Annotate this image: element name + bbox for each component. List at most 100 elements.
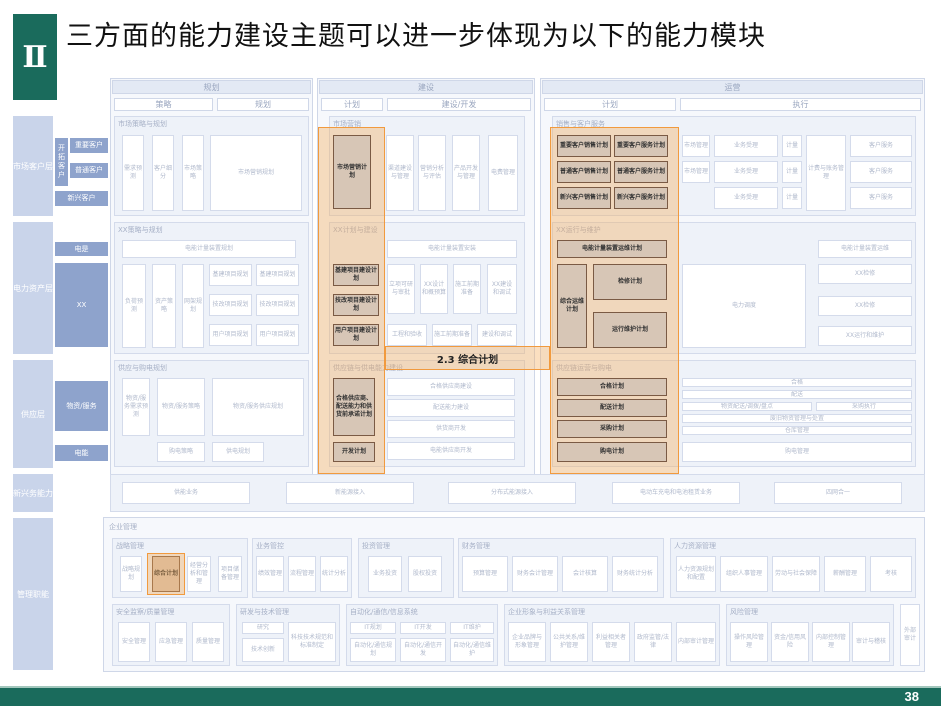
box-c-1: 立项可研与审批 — [387, 264, 415, 314]
box-r-2: 资金/信用风险 — [771, 622, 809, 662]
box-br-2: 公共关系/维护管理 — [550, 622, 588, 662]
box-o-1: 电能计量装置运维 — [818, 240, 912, 258]
box-o-5: XX运行和维护 — [818, 326, 912, 346]
hl-sc-1: 合格供应商、配送能力和供货前承诺计划 — [333, 378, 375, 436]
box-h-4: 薪酬管理 — [824, 556, 866, 592]
box-it-1: IT规划 — [350, 622, 396, 634]
box-meter-plan: 电能计量装置规划 — [122, 240, 296, 258]
panel-title: 研发与技术管理 — [240, 608, 289, 616]
box-p-3: 技改项目规划 — [209, 294, 252, 316]
page-number: 38 — [904, 689, 919, 704]
box-f-2: 财务会计管理 — [512, 556, 558, 592]
box-sc-3: 供货商开发 — [387, 420, 515, 438]
box-f-4: 财务统计分析 — [612, 556, 658, 592]
box-br-4: 政府监管/法律 — [634, 622, 672, 662]
footer-bar — [0, 688, 941, 706]
sub-construction-2: 建设/开发 — [387, 98, 531, 111]
box-c-6: 施工前期准备 — [432, 324, 472, 346]
box-so-7: 购电管理 — [682, 442, 912, 462]
box-op-2: 业务受理 — [714, 135, 778, 157]
hl-sc-2: 开发计划 — [333, 442, 375, 462]
row-power: 电力资产层 — [12, 221, 54, 355]
hl-o-4: 普通客户服务计划 — [614, 161, 668, 183]
box-f-3: 会计核算 — [562, 556, 608, 592]
link-label: 2.3 综合计划 — [436, 354, 499, 366]
highlight-strategy — [147, 553, 185, 595]
box-load-forecast: 负荷预测 — [122, 264, 146, 348]
hl-so-3: 采购计划 — [557, 420, 667, 438]
sub-planning-1: 策略 — [114, 98, 213, 111]
box-op-5: 客户服务 — [850, 135, 912, 157]
box-p-1: 基建项目规划 — [209, 264, 252, 286]
box-b-1: 绩效管理 — [256, 556, 284, 592]
panel-title: 业务管控 — [256, 542, 284, 550]
hl-marketing-plan: 市场营销计划 — [333, 135, 371, 209]
row-supply-sub1: 物资/服务 — [54, 380, 109, 432]
box-it-6: 自动化/通信维护 — [450, 638, 494, 662]
box-f-1: 预算管理 — [462, 556, 508, 592]
box-sup-5: 四网合一 — [774, 482, 902, 504]
col-operation: 运营 — [542, 80, 923, 94]
hl-so-1: 合格计划 — [557, 378, 667, 396]
hl-o-6: 新兴客户服务计划 — [614, 187, 668, 209]
box-c-3: 施工前期准备 — [453, 264, 481, 314]
panel-title: 人力资源管理 — [674, 542, 716, 550]
hl-ops-maintenance: 运行维护计划 — [593, 312, 667, 348]
box-market-strategy: 市场策略 — [182, 135, 204, 211]
panel-title: 市场策略与规划 — [118, 120, 167, 128]
box-op-3: 计量 — [782, 135, 802, 157]
row-power-sub2: XX — [54, 262, 109, 348]
box-so-2: 配送 — [682, 390, 912, 399]
box-h-1: 人力资源规划和配置 — [676, 556, 716, 592]
section-mark: Ⅱ — [13, 14, 57, 100]
panel-title: 安全监察/质量管理 — [116, 608, 175, 616]
box-t-3: 科技技术规范和标准制定 — [288, 622, 336, 662]
box-asset-strategy: 资产策略 — [152, 264, 176, 348]
box-sf-3: 质量管理 — [192, 622, 224, 662]
panel-title: 自动化/通信/信息系统 — [350, 608, 418, 616]
box-marketing-analysis: 营销分析与评估 — [418, 135, 446, 211]
box-marketing-plan: 市场营销规划 — [210, 135, 302, 211]
row-market-sub1: 重要客户 — [69, 137, 109, 154]
hl-c-3: 用户项目建设计划 — [333, 324, 379, 346]
box-tariff: 电费管理 — [488, 135, 518, 211]
box-b-3: 统计分析 — [320, 556, 348, 592]
hl-so-4: 购电计划 — [557, 442, 667, 462]
hl-c-1: 基建项目建设计划 — [333, 264, 379, 286]
hl-integrated-ops: 综合运维计划 — [557, 264, 587, 348]
box-so-1: 合格 — [682, 378, 912, 387]
panel-title: 投资管理 — [362, 542, 390, 550]
row-mgmt: 管理职能 — [12, 517, 54, 671]
hl-o-2: 重要客户服务计划 — [614, 135, 668, 157]
box-h-2: 组织人事管理 — [720, 556, 768, 592]
box-p-6: 用户项目规划 — [256, 324, 299, 346]
hl-so-2: 配送计划 — [557, 399, 667, 417]
box-sf-2: 应急管理 — [155, 622, 187, 662]
hl-o-3: 普通客户销售计划 — [557, 161, 611, 183]
box-sc-1: 合格供应商建设 — [387, 378, 515, 396]
row-supply: 供应层 — [12, 359, 54, 469]
sub-operation-2: 执行 — [680, 98, 921, 111]
box-s-2: 物资/服务策略 — [157, 378, 205, 436]
box-h-3: 劳动与社会保障 — [772, 556, 820, 592]
row-market-sub3: 新兴客户 — [54, 190, 109, 207]
box-grid-plan: 网架规划 — [182, 264, 204, 348]
box-r-4: 审计与稽核 — [852, 622, 890, 662]
box-h-5: 考核 — [870, 556, 912, 592]
box-it-5: 自动化/通信开发 — [400, 638, 446, 662]
hl-maintenance: 检修计划 — [593, 264, 667, 300]
box-meter-install: 电能计量装置安装 — [387, 240, 517, 258]
box-p-5: 用户项目规划 — [209, 324, 252, 346]
box-sc-2: 配送能力建设 — [387, 399, 515, 417]
box-c-7: 建设和调试 — [477, 324, 517, 346]
panel-title: XX策略与规划 — [118, 226, 163, 234]
box-sup-1: 供能业务 — [122, 482, 250, 504]
box-it-2: IT开发 — [400, 622, 446, 634]
box-p-2: 基建项目规划 — [256, 264, 299, 286]
row-supply-sub2: 电能 — [54, 444, 109, 462]
sub-planning-2: 规划 — [217, 98, 309, 111]
box-m-4: 项目储备管理 — [218, 556, 242, 592]
sub-construction-1: 计划 — [321, 98, 383, 111]
row-market: 市场客户层 — [12, 115, 54, 217]
box-so-5: 废旧物资管理与处置 — [682, 414, 912, 423]
